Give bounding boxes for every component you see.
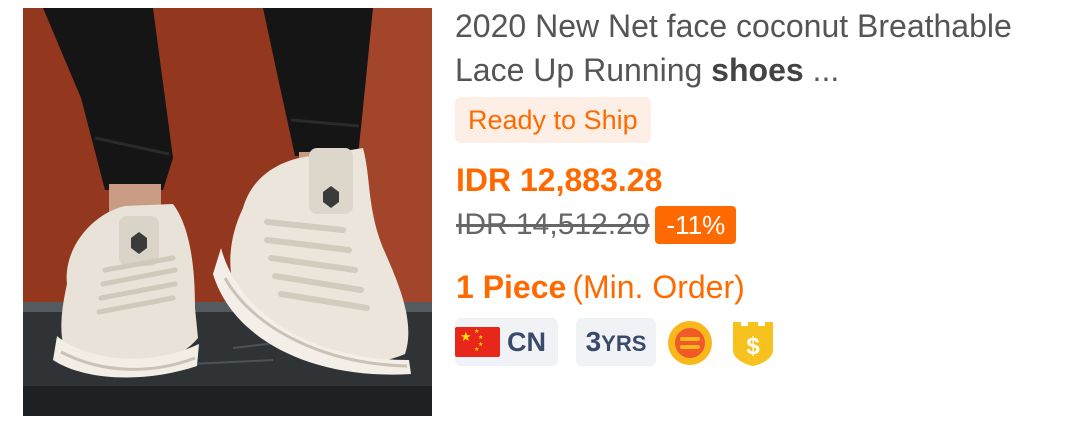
original-price: IDR 14,512.20 <box>456 208 650 241</box>
current-price: IDR 12,883.28 <box>456 162 663 198</box>
years-unit: YRS <box>601 331 647 356</box>
sneakers-photo <box>23 8 432 416</box>
discount-badge: -11% <box>655 206 737 244</box>
original-price-row: IDR 14,512.20 -11% <box>456 205 737 245</box>
product-title[interactable]: 2020 New Net face coconut Breathable Lac… <box>455 4 1055 92</box>
gold-supplier-medal-icon <box>667 320 713 371</box>
product-card[interactable]: 2020 New Net face coconut Breathable Lac… <box>0 0 1080 437</box>
svg-text:$: $ <box>746 333 760 360</box>
min-order-quantity: 1 Piece <box>456 269 567 305</box>
trade-assurance-dollar-icon: $ <box>731 320 775 371</box>
china-flag-icon: ★ ★ ★ ★ ★ <box>455 327 500 357</box>
country-badge: ★ ★ ★ ★ ★ CN <box>455 318 558 366</box>
min-order: 1 Piece (Min. Order) <box>456 266 745 308</box>
product-title-keyword: shoes <box>711 52 804 88</box>
product-image[interactable] <box>23 8 432 416</box>
title-ellipsis: ... <box>803 52 840 88</box>
ready-to-ship-badge: Ready to Ship <box>455 97 651 143</box>
min-order-label: (Min. Order) <box>572 269 745 305</box>
country-code: CN <box>507 327 546 357</box>
years-number: 3 <box>585 326 602 357</box>
years-badge: 3YRS <box>576 318 656 366</box>
